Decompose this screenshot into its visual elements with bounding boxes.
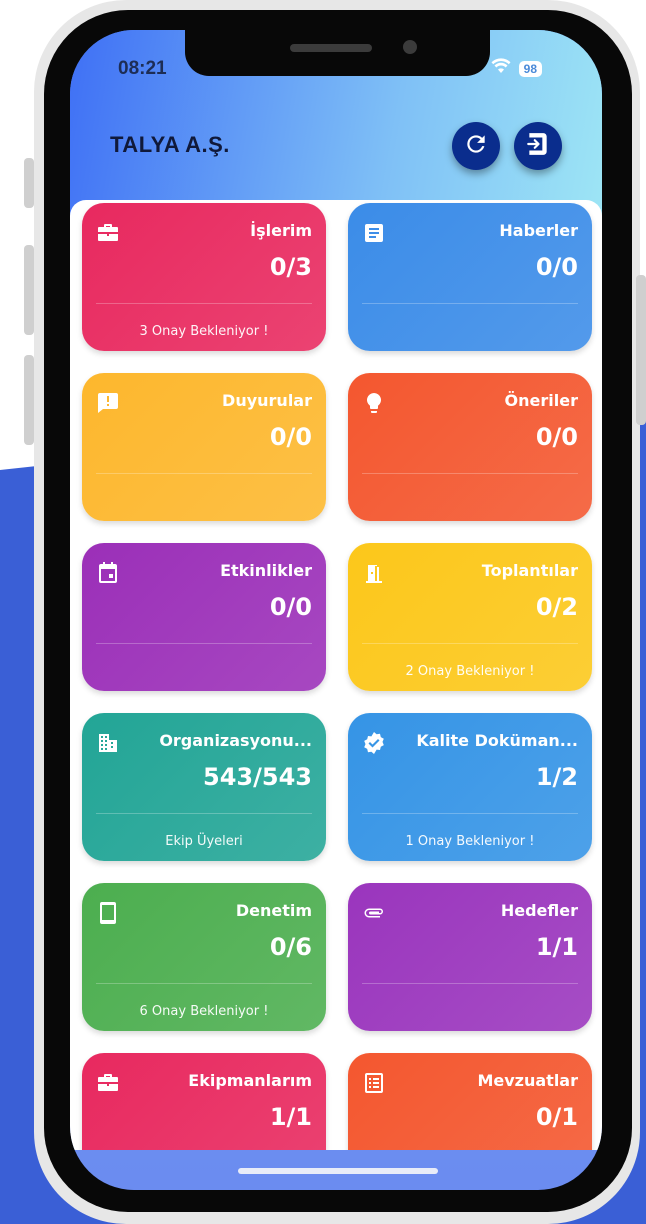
notch-camera (403, 40, 417, 54)
card-divider (362, 813, 578, 814)
card-divider (362, 303, 578, 304)
card-count: 0/0 (269, 423, 312, 451)
phone-volume-up (24, 245, 34, 335)
card-count: 0/0 (269, 593, 312, 621)
paperclip-icon (362, 901, 386, 925)
briefcase-icon (96, 221, 120, 245)
module-card-toplantılar[interactable]: Toplantılar 0/2 2 Onay Bekleniyor ! (348, 543, 592, 691)
wifi-icon (491, 58, 511, 79)
phone-power-button (636, 275, 646, 425)
card-divider (362, 983, 578, 984)
card-note: Ekip Üyeleri (165, 834, 243, 849)
announcement-icon (96, 391, 120, 415)
card-count: 1/1 (535, 933, 578, 961)
briefcase-icon (96, 1071, 120, 1095)
module-card-duyurular[interactable]: Duyurular 0/0 (82, 373, 326, 521)
card-count: 0/0 (535, 253, 578, 281)
card-count: 1/1 (269, 1103, 312, 1131)
card-count: 0/6 (269, 933, 312, 961)
card-divider (96, 473, 312, 474)
card-title: Duyurular (222, 391, 312, 410)
card-title: Organizasyonu... (159, 731, 312, 750)
lightbulb-icon (362, 391, 386, 415)
home-indicator[interactable] (238, 1168, 438, 1174)
dashboard-content: İşlerim 0/3 3 Onay Bekleniyor ! Haberler… (70, 200, 602, 1150)
logout-button[interactable] (514, 122, 562, 170)
company-title: TALYA A.Ş. (110, 132, 230, 157)
card-divider (362, 473, 578, 474)
phone-notch (185, 30, 490, 76)
card-note: 6 Onay Bekleniyor ! (139, 1004, 269, 1019)
module-grid: İşlerim 0/3 3 Onay Bekleniyor ! Haberler… (82, 203, 592, 1150)
module-card-ekipmanlarım[interactable]: Ekipmanlarım 1/1 (82, 1053, 326, 1150)
card-title: Toplantılar (481, 561, 578, 580)
module-card-mevzuatlar[interactable]: Mevzuatlar 0/1 (348, 1053, 592, 1150)
phone-volume-down (24, 355, 34, 445)
card-divider (96, 983, 312, 984)
article-icon (362, 221, 386, 245)
card-title: Haberler (499, 221, 578, 240)
card-title: Ekipmanlarım (188, 1071, 312, 1090)
card-count: 543/543 (203, 763, 312, 791)
module-card-haberler[interactable]: Haberler 0/0 (348, 203, 592, 351)
card-title: Hedefler (500, 901, 578, 920)
card-divider (362, 643, 578, 644)
module-card-etkinlikler[interactable]: Etkinlikler 0/0 (82, 543, 326, 691)
refresh-button[interactable] (452, 122, 500, 170)
card-count: 0/2 (535, 593, 578, 621)
door-icon (362, 561, 386, 585)
logout-icon (525, 131, 551, 161)
building-icon (96, 731, 120, 755)
calendar-icon (96, 561, 120, 585)
app-screen: 08:21 98 TALYA A.Ş. İşlerim 0/3 3 Onay B… (70, 30, 602, 1190)
card-title: Öneriler (504, 391, 578, 410)
battery-indicator: 98 (518, 60, 542, 77)
card-divider (96, 643, 312, 644)
card-count: 0/3 (269, 253, 312, 281)
list-icon (362, 1071, 386, 1095)
refresh-icon (463, 131, 489, 161)
module-card-organizasyonu[interactable]: Organizasyonu... 543/543 Ekip Üyeleri (82, 713, 326, 861)
card-title: Etkinlikler (220, 561, 312, 580)
module-card-hedefler[interactable]: Hedefler 1/1 (348, 883, 592, 1031)
status-time: 08:21 (118, 58, 167, 79)
card-count: 0/1 (535, 1103, 578, 1131)
card-note: 3 Onay Bekleniyor ! (139, 324, 269, 339)
card-divider (96, 303, 312, 304)
card-note: 2 Onay Bekleniyor ! (405, 664, 535, 679)
tablet-icon (96, 901, 120, 925)
card-count: 1/2 (535, 763, 578, 791)
module-card-öneriler[interactable]: Öneriler 0/0 (348, 373, 592, 521)
module-card-i-şlerim[interactable]: İşlerim 0/3 3 Onay Bekleniyor ! (82, 203, 326, 351)
card-note: 1 Onay Bekleniyor ! (405, 834, 535, 849)
status-indicators: 98 (491, 58, 542, 79)
phone-silent-switch (24, 158, 34, 208)
verified-icon (362, 731, 386, 755)
module-card-denetim[interactable]: Denetim 0/6 6 Onay Bekleniyor ! (82, 883, 326, 1031)
card-title: Mevzuatlar (477, 1071, 578, 1090)
notch-speaker (290, 44, 372, 52)
module-card-kalite-doküman[interactable]: Kalite Doküman... 1/2 1 Onay Bekleniyor … (348, 713, 592, 861)
card-title: İşlerim (250, 221, 312, 240)
card-title: Kalite Doküman... (416, 731, 578, 750)
card-title: Denetim (235, 901, 312, 920)
card-count: 0/0 (535, 423, 578, 451)
card-divider (96, 813, 312, 814)
